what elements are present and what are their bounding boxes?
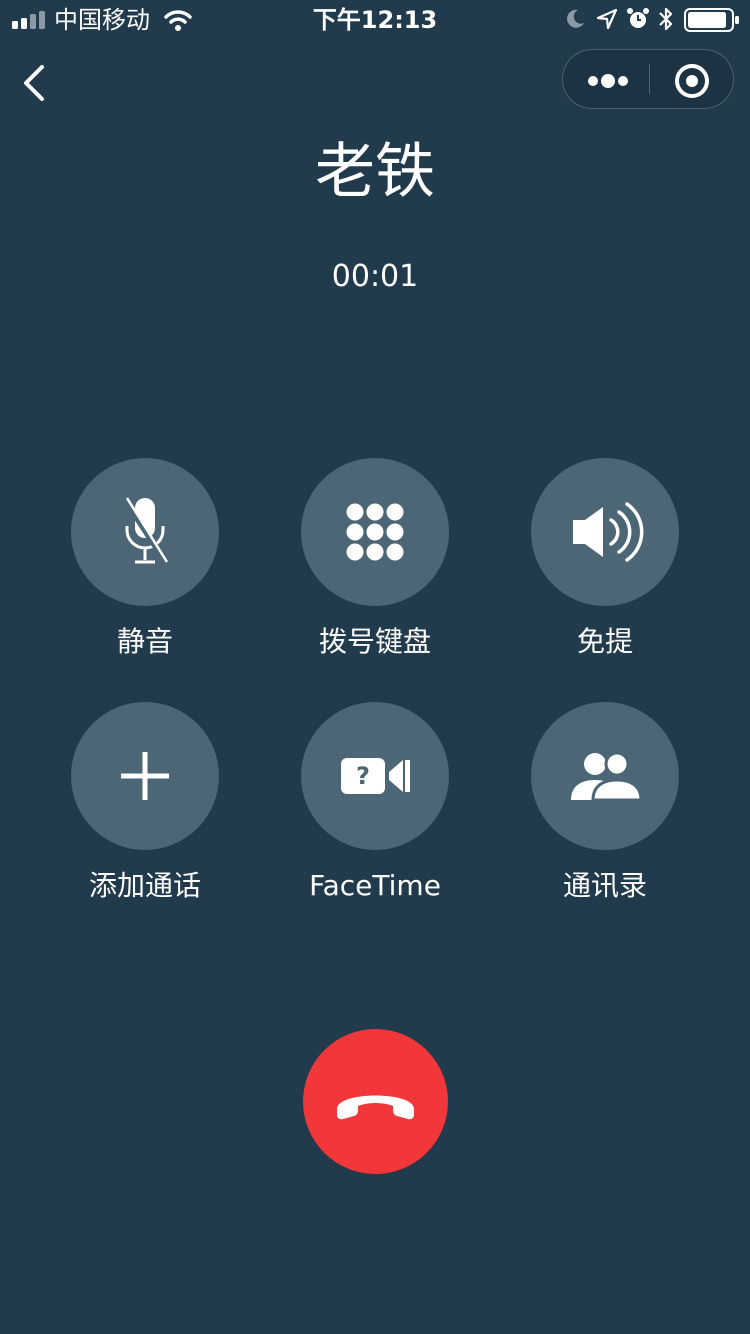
speaker-button[interactable]: [531, 458, 679, 606]
control-add-call: 添加通话: [35, 702, 255, 912]
contacts-label: 通讯录: [562, 869, 647, 902]
facetime-button[interactable]: ?: [301, 702, 449, 850]
plus-icon: [121, 752, 169, 800]
keypad-label: 拨号键盘: [318, 625, 431, 658]
facetime-label: FaceTime: [309, 869, 441, 902]
mute-button[interactable]: [71, 458, 219, 606]
control-keypad: 拨号键盘: [265, 458, 485, 668]
chevron-left-icon: [24, 65, 44, 101]
alarm-icon: [627, 8, 649, 28]
keypad-button[interactable]: [301, 458, 449, 606]
status-bar: 中国移动 下午12:13: [0, 0, 750, 40]
bluetooth-icon: [659, 7, 673, 31]
call-screen: 中国移动 下午12:13 老铁 00:01 静音 拨号键盘 免提 添加通话 ? …: [0, 0, 750, 1334]
location-icon: [596, 8, 618, 30]
moon-icon: [567, 9, 584, 28]
add-call-button[interactable]: [71, 702, 219, 850]
contacts-button[interactable]: [531, 702, 679, 850]
back-button[interactable]: [12, 60, 58, 106]
add-call-label: 添加通话: [88, 869, 201, 902]
control-speaker: 免提: [495, 458, 715, 668]
more-dots-icon: [588, 74, 628, 88]
mute-label: 静音: [116, 625, 173, 658]
call-timer: 00:01: [331, 259, 419, 294]
mic-muted-icon: [122, 497, 170, 566]
battery-icon: [684, 8, 739, 32]
speaker-icon: [573, 502, 644, 562]
contact-name: 老铁: [315, 137, 435, 207]
hangup-button[interactable]: [303, 1029, 448, 1174]
speaker-label: 免提: [576, 625, 633, 658]
facetime-camera-icon: ?: [341, 758, 410, 794]
control-contacts: 通讯录: [495, 702, 715, 912]
close-miniprogram-button[interactable]: [650, 50, 734, 108]
miniprogram-capsule: [562, 49, 734, 109]
control-facetime: ? FaceTime: [265, 702, 485, 912]
more-button[interactable]: [563, 50, 649, 108]
contacts-icon: [571, 751, 643, 802]
phone-hangup-icon: [337, 1095, 414, 1120]
control-mute: 静音: [35, 458, 255, 668]
target-circle-icon: [675, 64, 709, 98]
keypad-icon: [346, 503, 404, 561]
svg-text:?: ?: [356, 762, 370, 790]
